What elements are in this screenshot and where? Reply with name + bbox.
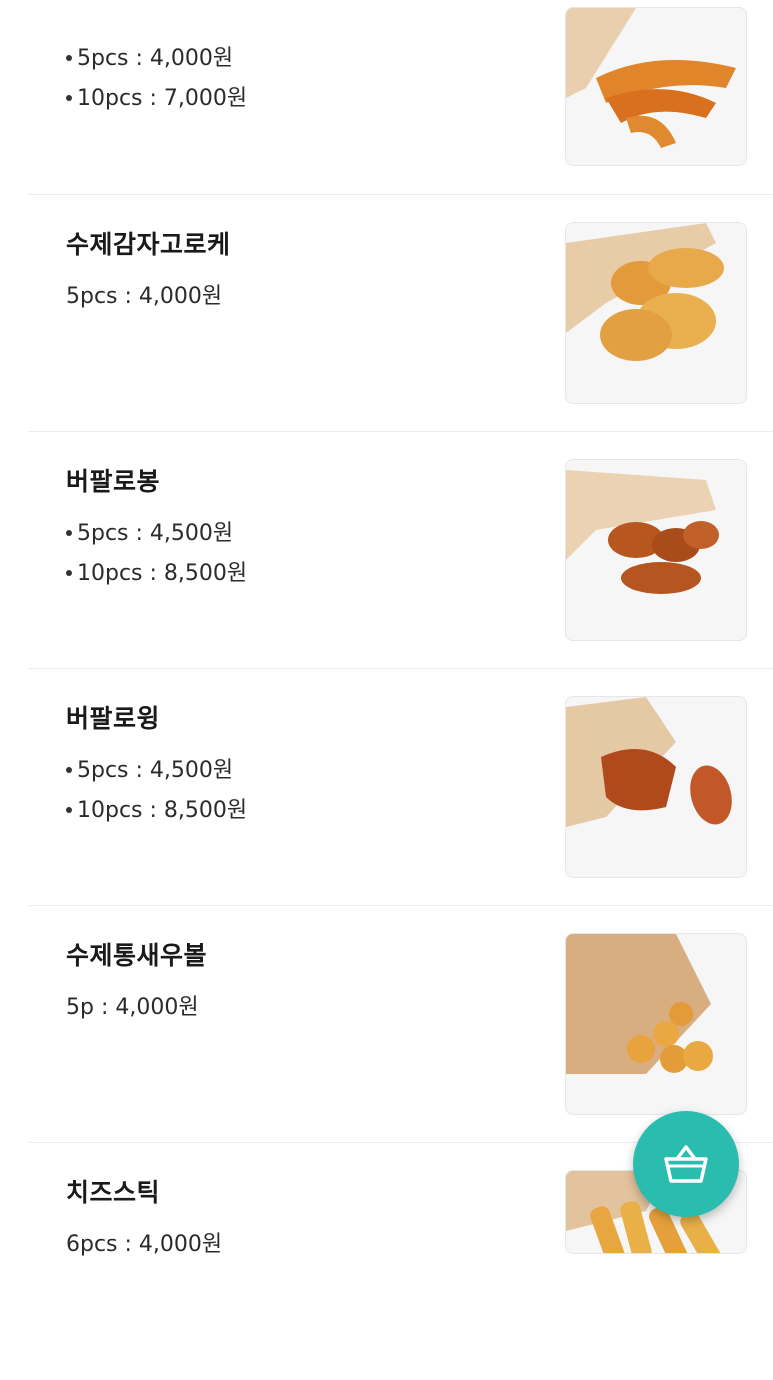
potato-croquette-image bbox=[566, 223, 746, 403]
buffalo-wing-image bbox=[566, 697, 746, 877]
shrimp-ball-image bbox=[566, 934, 746, 1114]
cart-button[interactable] bbox=[633, 1111, 739, 1217]
menu-item-price: 5p : 4,000원 bbox=[66, 995, 199, 1020]
menu-item-image[interactable] bbox=[565, 459, 747, 641]
menu-item-fried-shrimp[interactable]: 5pcs : 4,000원 10pcs : 7,000원 bbox=[28, 0, 773, 194]
bullet-icon bbox=[66, 94, 72, 101]
menu-item-prices: 6pcs : 4,000원 bbox=[66, 1225, 222, 1265]
menu-item-potato-croquette[interactable]: 수제감자고로케 5pcs : 4,000원 bbox=[28, 194, 773, 432]
menu-item-name: 수제통새우볼 bbox=[66, 941, 208, 970]
menu-item-buffalo-wing[interactable]: 버팔로윙 5pcs : 4,500원 10pcs : 8,500원 bbox=[28, 668, 773, 906]
menu-item-image[interactable] bbox=[565, 933, 747, 1115]
menu-item-name: 버팔로윙 bbox=[66, 704, 161, 733]
bullet-icon bbox=[66, 806, 72, 813]
menu-item-name: 치즈스틱 bbox=[66, 1178, 161, 1207]
menu-item-buffalo-drumette[interactable]: 버팔로봉 5pcs : 4,500원 10pcs : 8,500원 bbox=[28, 431, 773, 669]
basket-icon bbox=[664, 1145, 708, 1183]
menu-item-shrimp-ball[interactable]: 수제통새우볼 5p : 4,000원 bbox=[28, 905, 773, 1143]
menu-item-price: 5pcs : 4,500원 bbox=[66, 751, 247, 791]
menu-item-price: 6pcs : 4,000원 bbox=[66, 1232, 223, 1257]
menu-item-price: 5pcs : 4,500원 bbox=[66, 514, 247, 554]
bullet-icon bbox=[66, 54, 72, 61]
menu-item-image[interactable] bbox=[565, 696, 747, 878]
menu-item-name: 수제감자고로케 bbox=[66, 230, 231, 259]
menu-item-prices: 5pcs : 4,500원 10pcs : 8,500원 bbox=[66, 751, 247, 831]
menu-item-image[interactable] bbox=[565, 7, 747, 166]
menu-item-prices: 5p : 4,000원 bbox=[66, 988, 199, 1028]
menu-item-price: 5pcs : 4,000원 bbox=[66, 284, 223, 309]
bullet-icon bbox=[66, 569, 72, 576]
menu-item-price: 10pcs : 8,500원 bbox=[66, 791, 247, 831]
bullet-icon bbox=[66, 529, 72, 536]
fried-shrimp-image bbox=[566, 8, 746, 165]
menu-item-price: 10pcs : 8,500원 bbox=[66, 554, 247, 594]
menu-item-image[interactable] bbox=[565, 222, 747, 404]
menu-item-price: 5pcs : 4,000원 bbox=[66, 39, 247, 79]
menu-item-name: 버팔로봉 bbox=[66, 467, 161, 496]
buffalo-drumette-image bbox=[566, 460, 746, 640]
menu-item-prices: 5pcs : 4,000원 bbox=[66, 277, 222, 317]
menu-item-price: 10pcs : 7,000원 bbox=[66, 79, 247, 119]
menu-item-prices: 5pcs : 4,500원 10pcs : 8,500원 bbox=[66, 514, 247, 594]
bullet-icon bbox=[66, 766, 72, 773]
menu-item-prices: 5pcs : 4,000원 10pcs : 7,000원 bbox=[66, 39, 247, 119]
